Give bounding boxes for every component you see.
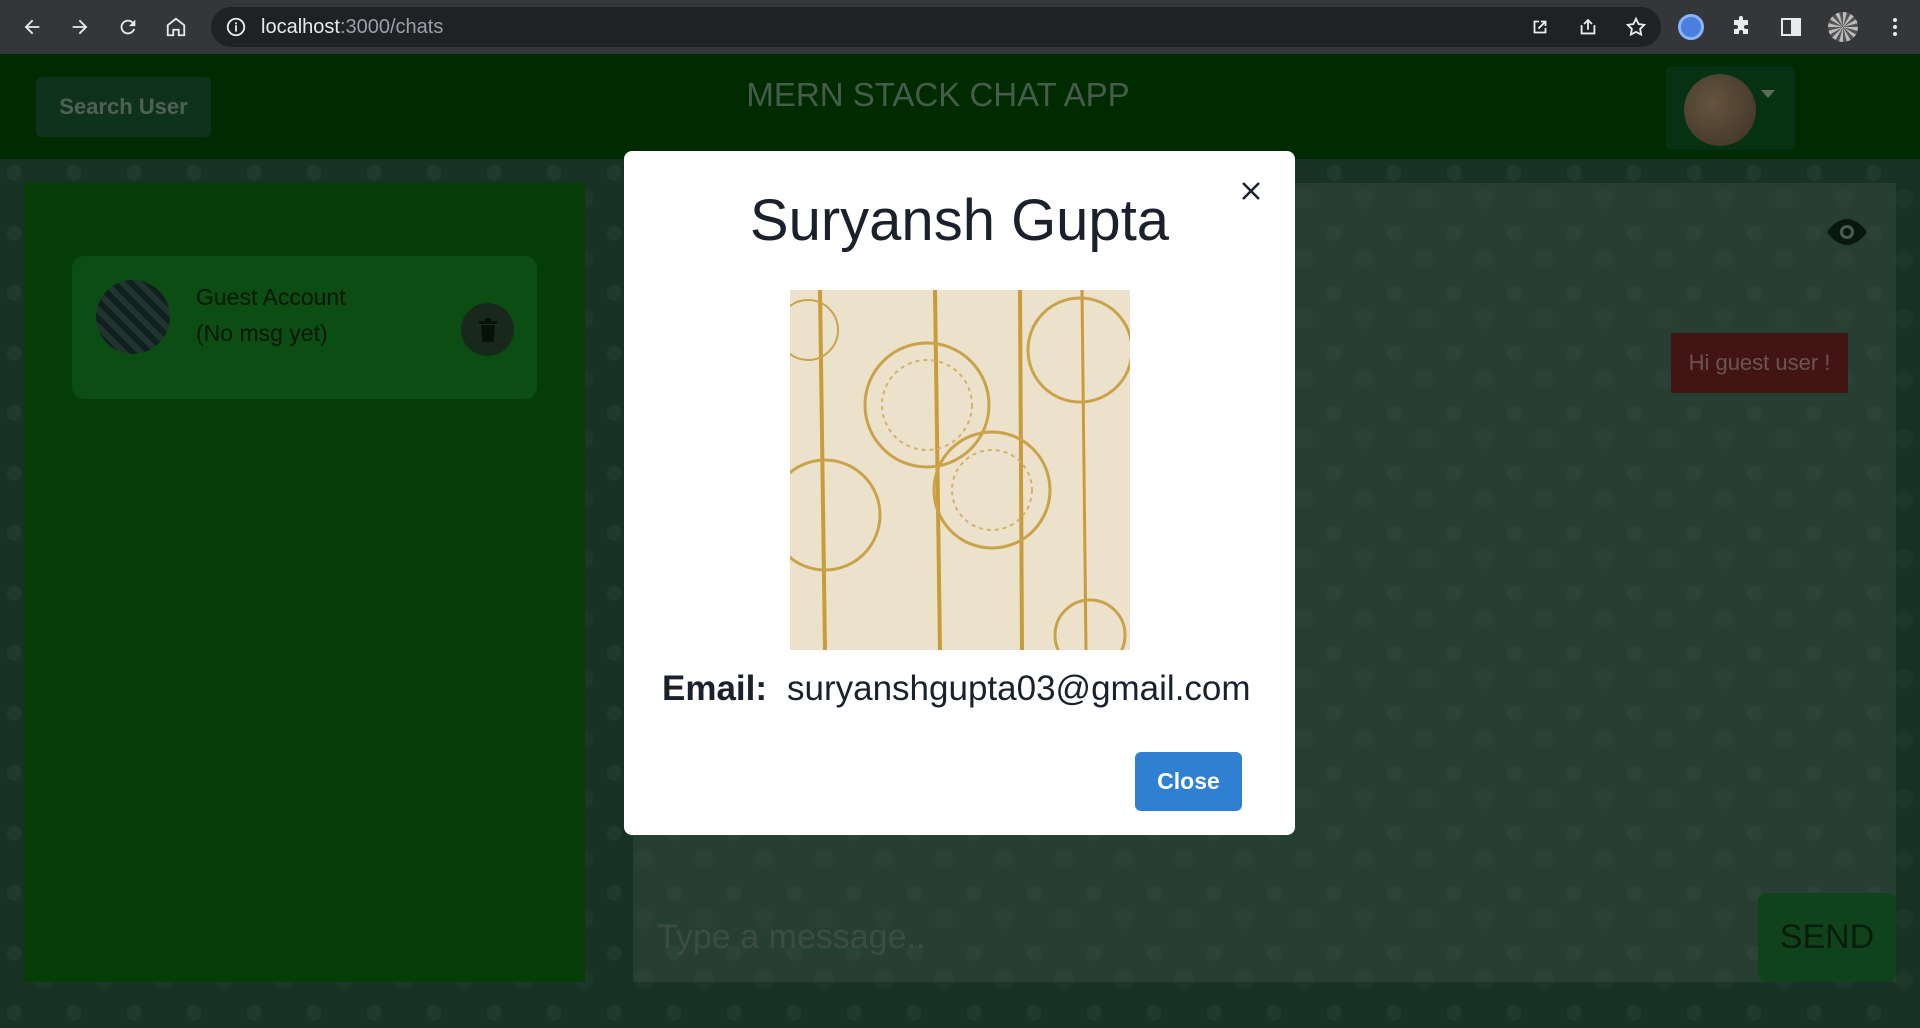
close-button[interactable]: Close [1135, 752, 1242, 811]
extension-icon[interactable] [1678, 14, 1704, 40]
browser-toolbar: localhost:3000/chats [0, 0, 1920, 54]
back-icon[interactable] [8, 0, 56, 54]
reload-icon[interactable] [104, 0, 152, 54]
modal-title: Suryansh Gupta [749, 188, 1170, 253]
share-icon[interactable] [1577, 16, 1599, 38]
profile-modal: Suryansh Gupta Email: suryanshgupta03@gm… [624, 151, 1295, 835]
puzzle-icon[interactable] [1728, 14, 1754, 40]
home-icon[interactable] [152, 0, 200, 54]
profile-avatar[interactable] [1828, 12, 1858, 42]
open-external-icon[interactable] [1529, 16, 1551, 38]
email-label: Email: [662, 669, 768, 708]
side-panel-icon[interactable] [1778, 14, 1804, 40]
url-text[interactable]: localhost:3000/chats [261, 16, 443, 39]
email-value: suryanshgupta03@gmail.com [787, 669, 1251, 708]
kebab-menu-icon[interactable] [1882, 14, 1908, 40]
address-bar[interactable]: localhost:3000/chats [211, 7, 1661, 47]
forward-icon[interactable] [56, 0, 104, 54]
profile-picture [790, 290, 1130, 650]
bookmark-star-icon[interactable] [1625, 16, 1647, 38]
info-icon[interactable] [225, 16, 247, 38]
